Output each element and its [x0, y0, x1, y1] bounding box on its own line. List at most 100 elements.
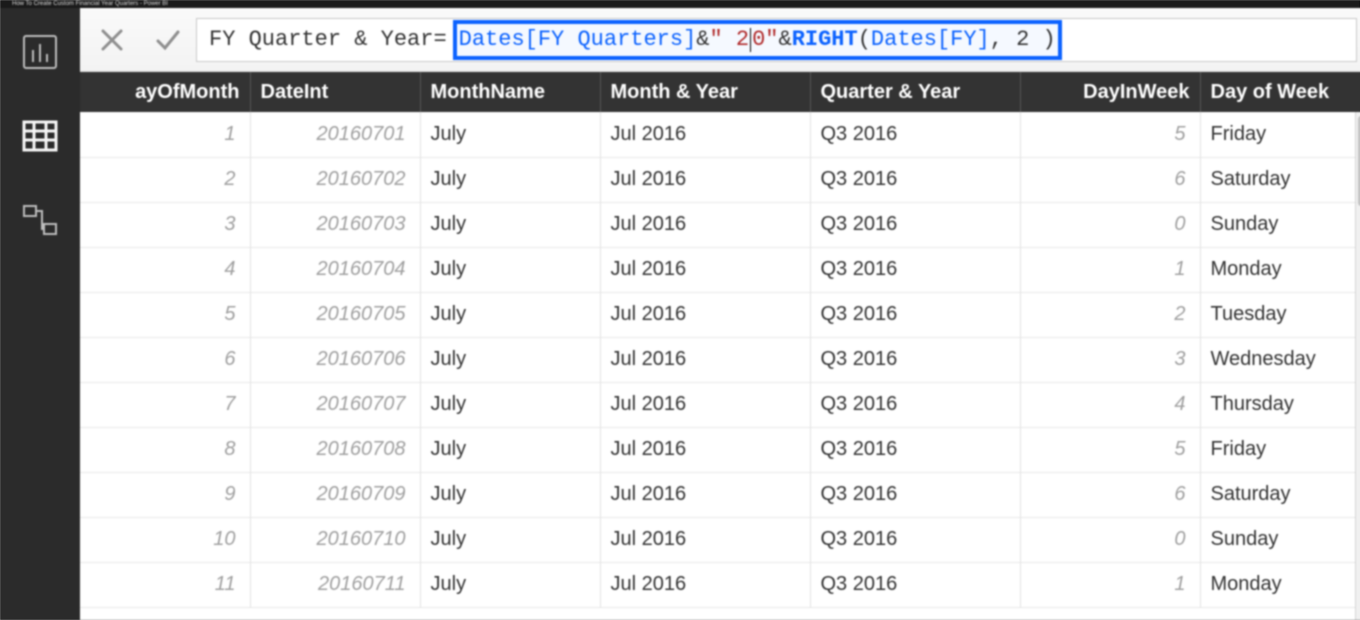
cell-dayofmonth[interactable]: 5	[80, 292, 250, 337]
cell-dateint[interactable]: 20160709	[250, 472, 420, 517]
cell-quarteryear[interactable]: Q3 2016	[810, 157, 1020, 202]
cell-dayofmonth[interactable]: 8	[80, 427, 250, 472]
cell-monthyear[interactable]: Jul 2016	[600, 472, 810, 517]
cell-dayinweek[interactable]: 6	[1020, 472, 1200, 517]
cell-dayinweek[interactable]: 2	[1020, 292, 1200, 337]
cell-dayinweek[interactable]: 5	[1020, 112, 1200, 157]
model-view-button[interactable]	[16, 196, 64, 244]
cell-dayofweek[interactable]: Wednesday	[1200, 337, 1360, 382]
cell-quarteryear[interactable]: Q3 2016	[810, 337, 1020, 382]
cell-monthname[interactable]: July	[420, 517, 600, 562]
cell-dateint[interactable]: 20160710	[250, 517, 420, 562]
cell-monthname[interactable]: July	[420, 337, 600, 382]
col-header-monthyear[interactable]: Month & Year	[600, 72, 810, 112]
cell-dayofweek[interactable]: Monday	[1200, 562, 1360, 607]
cell-monthyear[interactable]: Jul 2016	[600, 337, 810, 382]
cell-monthname[interactable]: July	[420, 157, 600, 202]
col-header-quarteryear[interactable]: Quarter & Year	[810, 72, 1020, 112]
cell-dateint[interactable]: 20160708	[250, 427, 420, 472]
table-row[interactable]: 320160703JulyJul 2016Q3 20160Sunday	[80, 202, 1360, 247]
table-row[interactable]: 120160701JulyJul 2016Q3 20165Friday	[80, 112, 1360, 157]
cell-dayofweek[interactable]: Saturday	[1200, 157, 1360, 202]
data-table[interactable]: ayOfMonth DateInt MonthName Month & Year…	[80, 72, 1360, 608]
table-row[interactable]: 220160702JulyJul 2016Q3 20166Saturday	[80, 157, 1360, 202]
cell-quarteryear[interactable]: Q3 2016	[810, 562, 1020, 607]
cell-dayofmonth[interactable]: 6	[80, 337, 250, 382]
cell-monthyear[interactable]: Jul 2016	[600, 427, 810, 472]
cell-dayofweek[interactable]: Tuesday	[1200, 292, 1360, 337]
cell-dateint[interactable]: 20160705	[250, 292, 420, 337]
cell-monthname[interactable]: July	[420, 382, 600, 427]
cell-monthname[interactable]: July	[420, 202, 600, 247]
cell-dayinweek[interactable]: 6	[1020, 157, 1200, 202]
cell-monthname[interactable]: July	[420, 292, 600, 337]
cell-quarteryear[interactable]: Q3 2016	[810, 382, 1020, 427]
cell-dayinweek[interactable]: 5	[1020, 427, 1200, 472]
cell-monthyear[interactable]: Jul 2016	[600, 292, 810, 337]
cell-dayofmonth[interactable]: 3	[80, 202, 250, 247]
cell-dateint[interactable]: 20160702	[250, 157, 420, 202]
col-header-dayofmonth[interactable]: ayOfMonth	[80, 72, 250, 112]
cell-monthyear[interactable]: Jul 2016	[600, 247, 810, 292]
cell-dateint[interactable]: 20160704	[250, 247, 420, 292]
cell-quarteryear[interactable]: Q3 2016	[810, 517, 1020, 562]
cell-dateint[interactable]: 20160711	[250, 562, 420, 607]
cell-monthname[interactable]: July	[420, 427, 600, 472]
cell-dayofmonth[interactable]: 9	[80, 472, 250, 517]
cell-dayofweek[interactable]: Friday	[1200, 112, 1360, 157]
cell-monthyear[interactable]: Jul 2016	[600, 517, 810, 562]
col-header-dayofweek[interactable]: Day of Week	[1200, 72, 1360, 112]
report-view-button[interactable]	[16, 28, 64, 76]
table-row[interactable]: 1020160710JulyJul 2016Q3 20160Sunday	[80, 517, 1360, 562]
cell-monthyear[interactable]: Jul 2016	[600, 382, 810, 427]
cell-dayofmonth[interactable]: 10	[80, 517, 250, 562]
cell-dayofweek[interactable]: Thursday	[1200, 382, 1360, 427]
cell-quarteryear[interactable]: Q3 2016	[810, 112, 1020, 157]
cell-dayinweek[interactable]: 0	[1020, 202, 1200, 247]
vertical-scrollbar[interactable]	[1355, 112, 1360, 620]
cell-dayofweek[interactable]: Sunday	[1200, 517, 1360, 562]
cell-quarteryear[interactable]: Q3 2016	[810, 427, 1020, 472]
cell-dateint[interactable]: 20160706	[250, 337, 420, 382]
cell-dayofweek[interactable]: Friday	[1200, 427, 1360, 472]
formula-commit-button[interactable]	[140, 16, 196, 64]
cell-monthname[interactable]: July	[420, 247, 600, 292]
cell-dayofmonth[interactable]: 4	[80, 247, 250, 292]
cell-monthname[interactable]: July	[420, 562, 600, 607]
table-row[interactable]: 520160705JulyJul 2016Q3 20162Tuesday	[80, 292, 1360, 337]
cell-monthname[interactable]: July	[420, 112, 600, 157]
col-header-dayinweek[interactable]: DayInWeek	[1020, 72, 1200, 112]
formula-cancel-button[interactable]	[84, 16, 140, 64]
cell-dayinweek[interactable]: 4	[1020, 382, 1200, 427]
cell-quarteryear[interactable]: Q3 2016	[810, 292, 1020, 337]
col-header-monthname[interactable]: MonthName	[420, 72, 600, 112]
cell-dayofmonth[interactable]: 11	[80, 562, 250, 607]
cell-quarteryear[interactable]: Q3 2016	[810, 202, 1020, 247]
col-header-dateint[interactable]: DateInt	[250, 72, 420, 112]
table-row[interactable]: 420160704JulyJul 2016Q3 20161Monday	[80, 247, 1360, 292]
cell-dayofmonth[interactable]: 2	[80, 157, 250, 202]
cell-dayinweek[interactable]: 3	[1020, 337, 1200, 382]
cell-dateint[interactable]: 20160703	[250, 202, 420, 247]
data-view-button[interactable]	[16, 112, 64, 160]
cell-dayofweek[interactable]: Sunday	[1200, 202, 1360, 247]
cell-monthname[interactable]: July	[420, 472, 600, 517]
cell-quarteryear[interactable]: Q3 2016	[810, 247, 1020, 292]
cell-dayinweek[interactable]: 1	[1020, 247, 1200, 292]
table-row[interactable]: 720160707JulyJul 2016Q3 20164Thursday	[80, 382, 1360, 427]
cell-monthyear[interactable]: Jul 2016	[600, 562, 810, 607]
cell-monthyear[interactable]: Jul 2016	[600, 112, 810, 157]
cell-dayofmonth[interactable]: 1	[80, 112, 250, 157]
formula-input[interactable]: FY Quarter & Year = Dates[FY Quarters] &…	[196, 18, 1357, 62]
table-row[interactable]: 820160708JulyJul 2016Q3 20165Friday	[80, 427, 1360, 472]
table-row[interactable]: 920160709JulyJul 2016Q3 20166Saturday	[80, 472, 1360, 517]
cell-quarteryear[interactable]: Q3 2016	[810, 472, 1020, 517]
cell-dayofweek[interactable]: Monday	[1200, 247, 1360, 292]
table-row[interactable]: 620160706JulyJul 2016Q3 20163Wednesday	[80, 337, 1360, 382]
cell-dateint[interactable]: 20160707	[250, 382, 420, 427]
cell-dayofweek[interactable]: Saturday	[1200, 472, 1360, 517]
cell-dayinweek[interactable]: 0	[1020, 517, 1200, 562]
cell-dayofmonth[interactable]: 7	[80, 382, 250, 427]
cell-monthyear[interactable]: Jul 2016	[600, 157, 810, 202]
cell-dateint[interactable]: 20160701	[250, 112, 420, 157]
